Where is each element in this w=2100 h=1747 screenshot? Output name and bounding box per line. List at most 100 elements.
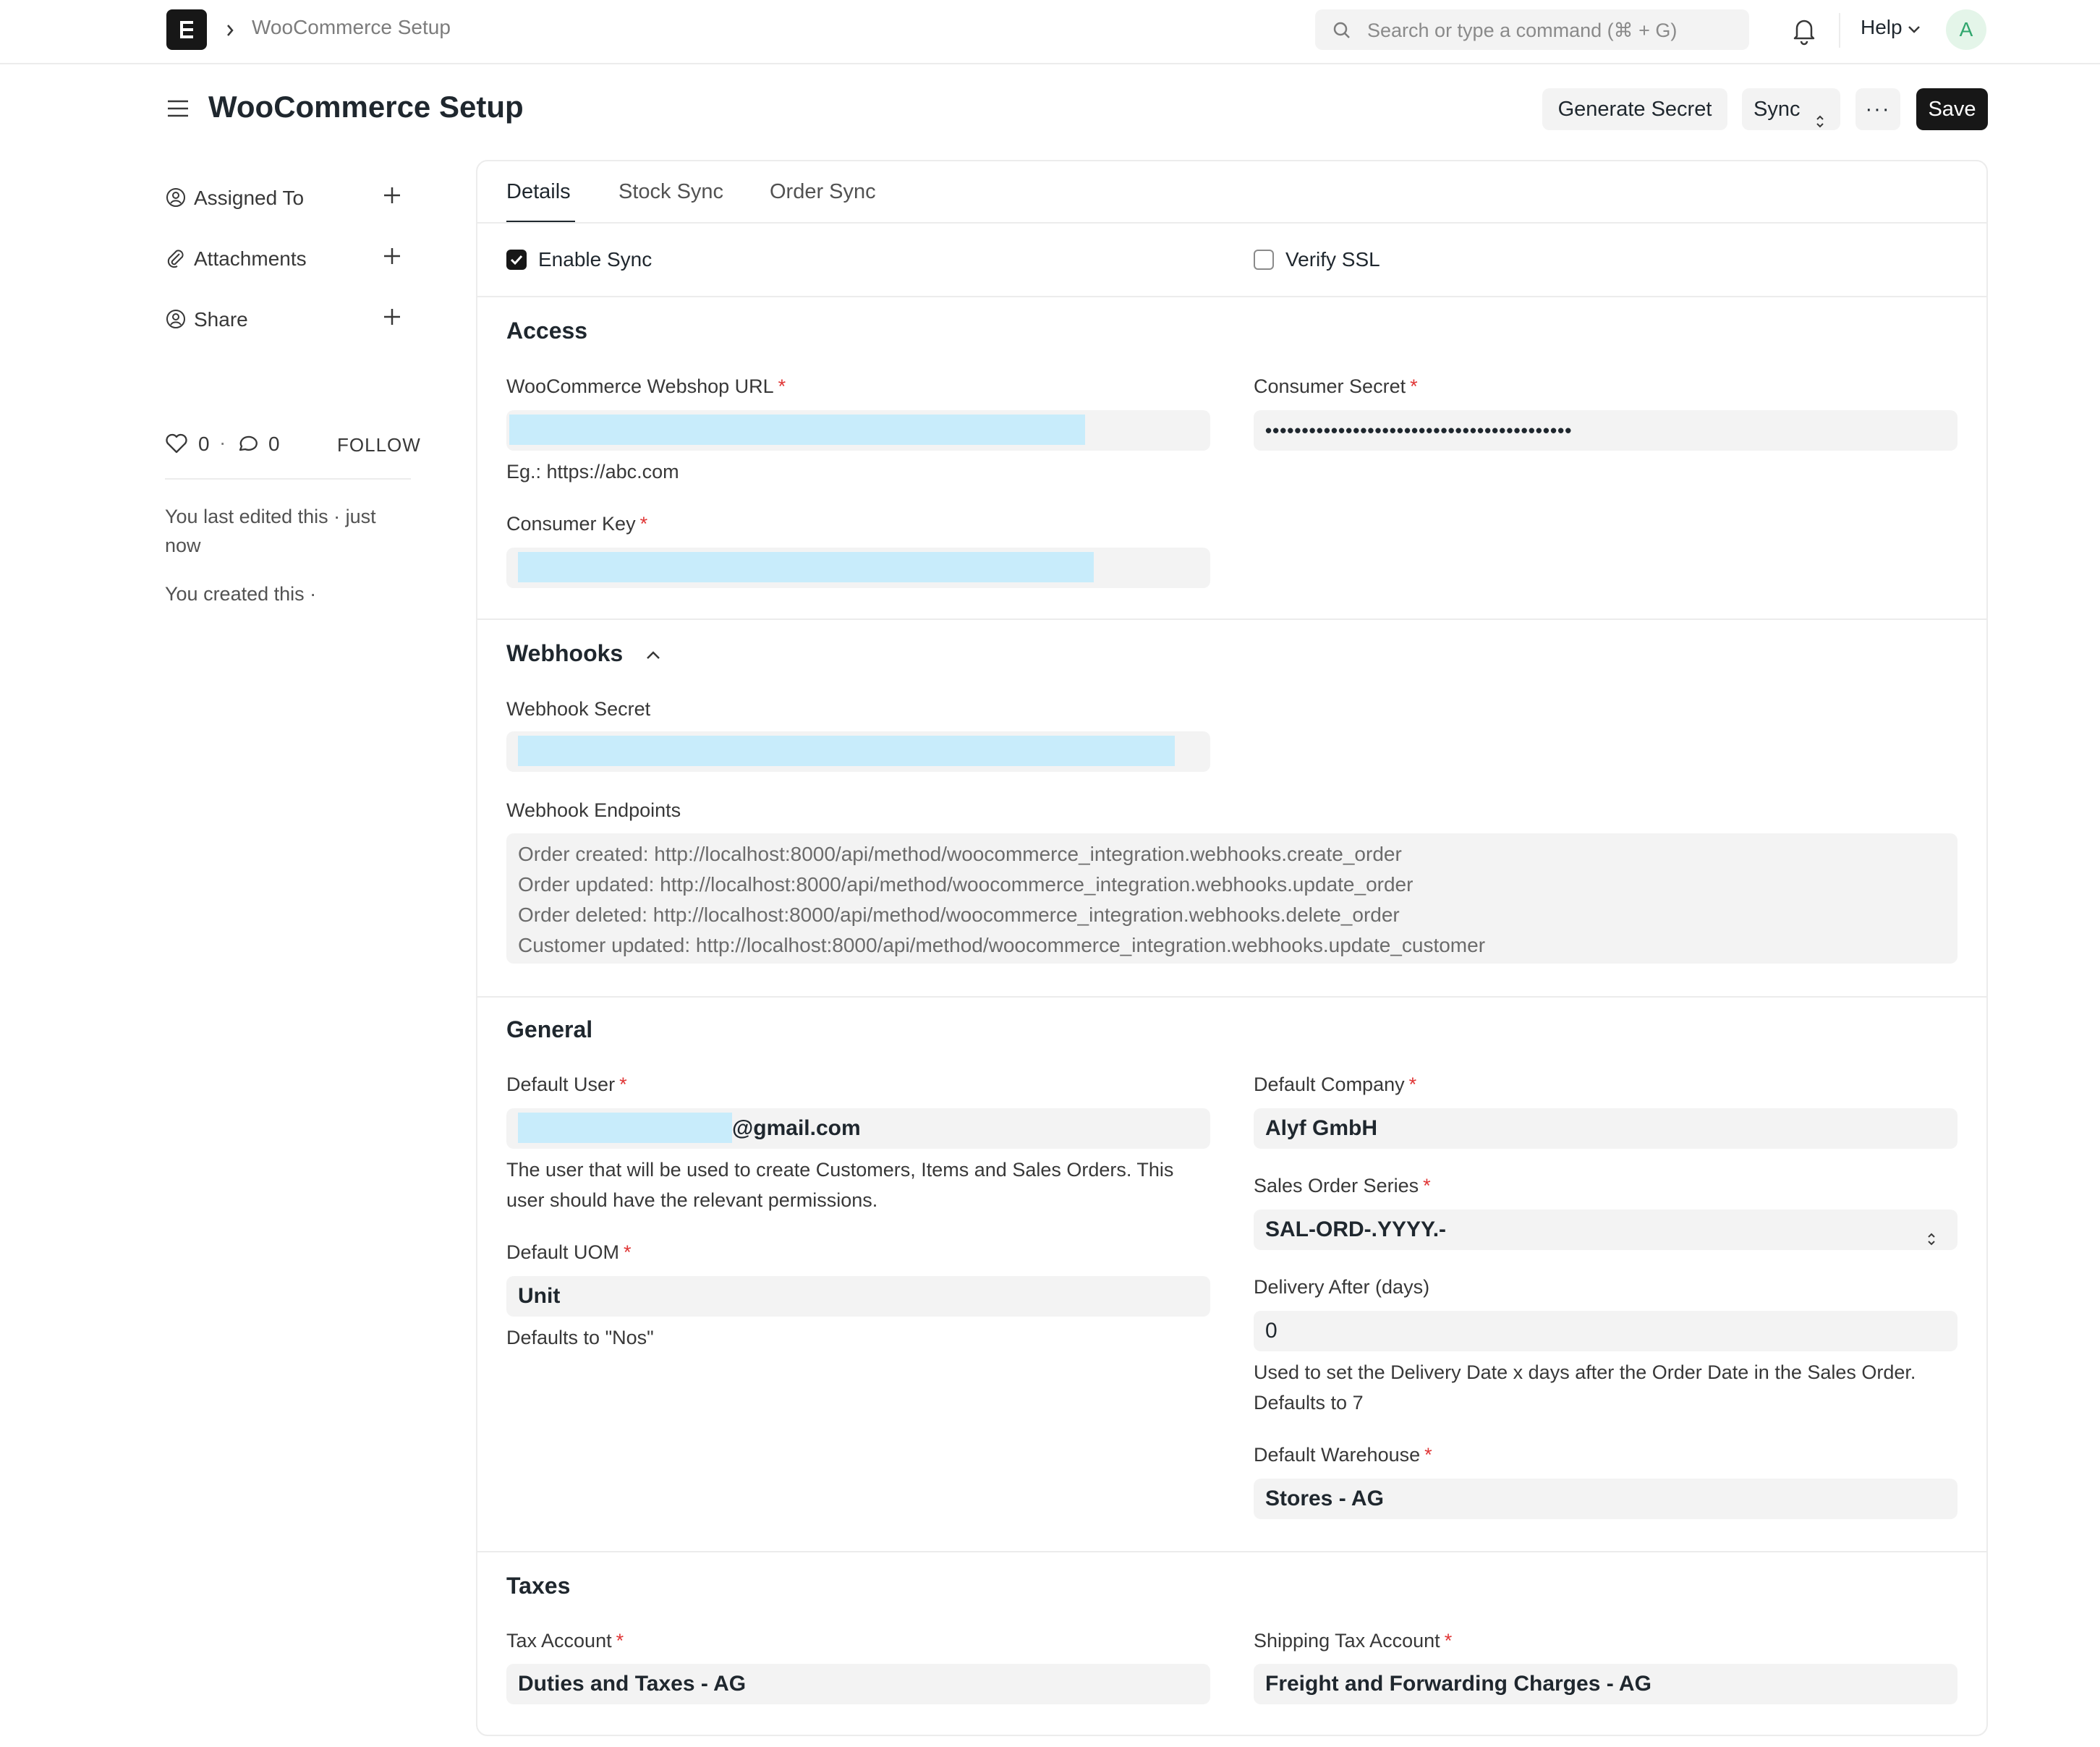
- sales-order-series-value: SAL-ORD-.YYYY.-: [1265, 1217, 1447, 1241]
- section-divider: [477, 996, 1986, 998]
- sidebar-item-label: Attachments: [194, 247, 307, 270]
- webhooks-section-title: Webhooks: [506, 640, 624, 666]
- webhook-endpoint-line: Order deleted: http://localhost:8000/api…: [518, 904, 1400, 926]
- webshop-url-label-text: WooCommerce Webshop URL: [506, 375, 774, 397]
- sync-button-label: Sync: [1753, 98, 1801, 121]
- comment-count: 0: [268, 433, 280, 455]
- sidebar-item-label: Share: [194, 308, 248, 331]
- default-user-input[interactable]: @gmail.com: [506, 1108, 1210, 1149]
- required-asterisk: *: [619, 1074, 627, 1095]
- app-logo-icon[interactable]: [166, 9, 207, 50]
- tabs-divider: [477, 222, 1986, 224]
- share-icon: [165, 308, 187, 333]
- enable-sync-checkbox[interactable]: [506, 250, 527, 270]
- consumer-secret-input[interactable]: ••••••••••••••••••••••••••••••••••••••••…: [1254, 410, 1957, 451]
- navbar: WooCommerce Setup Search or type a comma…: [0, 0, 2100, 64]
- default-user-description-line: user should have the relevant permission…: [506, 1189, 878, 1211]
- chevron-down-icon: [1907, 25, 1921, 38]
- tab-stock-sync[interactable]: Stock Sync: [618, 180, 723, 204]
- delivery-after-description-line: Used to set the Delivery Date x days aft…: [1254, 1361, 1916, 1383]
- default-user-description: The user that will be used to create Cus…: [506, 1155, 1230, 1215]
- default-warehouse-label: Default Warehouse *: [1254, 1444, 1432, 1466]
- tax-account-label-text: Tax Account: [506, 1630, 612, 1652]
- shipping-tax-account-input[interactable]: Freight and Forwarding Charges - AG: [1254, 1664, 1957, 1704]
- required-asterisk: *: [624, 1241, 632, 1263]
- shipping-tax-account-label-text: Shipping Tax Account: [1254, 1630, 1440, 1652]
- tab-order-sync[interactable]: Order Sync: [770, 180, 876, 204]
- webhook-endpoint-line: Customer updated: http://localhost:8000/…: [518, 934, 1486, 956]
- required-asterisk: *: [1423, 1175, 1431, 1196]
- sidebar-item-share[interactable]: Share: [165, 302, 411, 334]
- follow-button[interactable]: FOLLOW: [337, 434, 421, 456]
- default-uom-input[interactable]: Unit: [506, 1276, 1210, 1317]
- verify-ssl-label: Verify SSL: [1285, 248, 1380, 271]
- section-divider: [477, 1551, 1986, 1552]
- default-uom-description: Defaults to "Nos": [506, 1327, 654, 1348]
- webshop-url-label: WooCommerce Webshop URL *: [506, 375, 786, 398]
- delivery-after-description-line: Defaults to 7: [1254, 1392, 1364, 1414]
- like-count: 0: [198, 433, 210, 455]
- breadcrumb[interactable]: WooCommerce Setup: [252, 16, 451, 39]
- sidebar-item-label: Assigned To: [194, 187, 305, 209]
- default-user-label-text: Default User: [506, 1074, 616, 1095]
- generate-secret-button[interactable]: Generate Secret: [1542, 88, 1727, 130]
- search-icon: [1332, 21, 1351, 43]
- form-card: Details Stock Sync Order Sync Enable Syn…: [476, 160, 1988, 1736]
- add-attachment-plus-icon[interactable]: [382, 246, 402, 270]
- default-user-label: Default User *: [506, 1074, 627, 1096]
- notification-bell-icon[interactable]: [1791, 14, 1817, 50]
- redacted-highlight: [509, 415, 1085, 445]
- add-assignment-plus-icon[interactable]: [382, 185, 402, 209]
- activity-created: You created this ·: [165, 583, 317, 605]
- tax-account-input[interactable]: Duties and Taxes - AG: [506, 1664, 1210, 1704]
- assign-icon: [165, 187, 187, 212]
- consumer-secret-label: Consumer Secret *: [1254, 375, 1418, 398]
- required-asterisk: *: [639, 513, 648, 535]
- heart-icon[interactable]: [165, 433, 188, 458]
- delivery-after-label: Delivery After (days): [1254, 1276, 1430, 1298]
- avatar[interactable]: A: [1946, 9, 1986, 50]
- webshop-url-input[interactable]: [506, 410, 1210, 451]
- required-asterisk: *: [778, 375, 786, 397]
- redacted-highlight: [518, 736, 1175, 766]
- delivery-after-input[interactable]: 0: [1254, 1311, 1957, 1351]
- default-company-input[interactable]: Alyf GmbH: [1254, 1108, 1957, 1149]
- add-share-plus-icon[interactable]: [382, 307, 402, 331]
- required-asterisk: *: [1410, 375, 1418, 397]
- verify-ssl-checkbox[interactable]: [1254, 250, 1274, 270]
- save-button[interactable]: Save: [1916, 88, 1988, 130]
- default-company-label-text: Default Company: [1254, 1074, 1405, 1095]
- comment-icon[interactable]: [236, 433, 259, 458]
- access-section-title: Access: [506, 318, 588, 344]
- help-menu[interactable]: Help: [1861, 16, 1903, 39]
- section-divider: [477, 296, 1986, 297]
- tax-account-label: Tax Account *: [506, 1630, 624, 1652]
- required-asterisk: *: [1444, 1630, 1453, 1652]
- sync-dropdown-button[interactable]: Sync: [1742, 88, 1840, 130]
- page-title: WooCommerce Setup: [208, 90, 524, 124]
- default-user-value: @gmail.com: [732, 1116, 861, 1140]
- default-user-description-line: The user that will be used to create Cus…: [506, 1159, 1174, 1181]
- sidebar-item-attachments[interactable]: Attachments: [165, 242, 411, 273]
- chevron-up-icon[interactable]: [644, 646, 663, 668]
- chevron-right-icon: [224, 19, 236, 46]
- webhook-endpoints-textarea[interactable]: Order created: http://localhost:8000/api…: [506, 833, 1957, 964]
- tab-details[interactable]: Details: [506, 180, 571, 204]
- search-bar[interactable]: Search or type a command (⌘ + G): [1315, 9, 1749, 50]
- webshop-url-hint: Eg.: https://abc.com: [506, 461, 679, 483]
- consumer-key-label-text: Consumer Key: [506, 513, 636, 535]
- sidebar-item-assigned-to[interactable]: Assigned To: [165, 181, 411, 213]
- sales-order-series-label-text: Sales Order Series: [1254, 1175, 1419, 1196]
- webhook-endpoint-line: Order updated: http://localhost:8000/api…: [518, 873, 1414, 896]
- section-divider: [477, 619, 1986, 620]
- default-uom-label: Default UOM *: [506, 1241, 632, 1264]
- more-actions-button[interactable]: ···: [1855, 88, 1900, 130]
- webhook-endpoint-line: Order created: http://localhost:8000/api…: [518, 843, 1402, 865]
- consumer-key-input[interactable]: [506, 548, 1210, 588]
- webhook-secret-input[interactable]: [506, 731, 1210, 772]
- hamburger-menu-icon[interactable]: [166, 97, 190, 124]
- activity-last-edited: You last edited this · just now: [165, 506, 376, 556]
- sales-order-series-select[interactable]: SAL-ORD-.YYYY.-: [1254, 1210, 1957, 1250]
- delivery-after-description: Used to set the Delivery Date x days aft…: [1254, 1357, 1970, 1418]
- default-warehouse-input[interactable]: Stores - AG: [1254, 1479, 1957, 1519]
